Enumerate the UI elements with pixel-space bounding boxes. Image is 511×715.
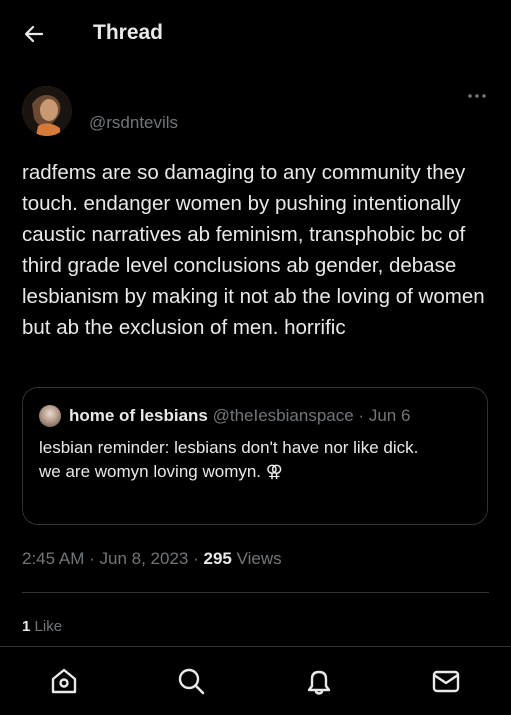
author-handle[interactable]: @rsdntevils	[89, 113, 178, 133]
bottom-nav	[0, 646, 511, 715]
back-button[interactable]	[22, 22, 46, 46]
bell-icon	[307, 670, 331, 695]
search-icon	[178, 668, 205, 695]
more-button[interactable]	[465, 86, 489, 106]
quote-header: home of lesbians @theIesbianspace · Jun …	[69, 406, 410, 426]
more-horizontal-icon	[468, 94, 486, 98]
mail-icon	[432, 670, 460, 693]
quote-author-name: home of lesbians	[69, 406, 208, 425]
views-count: 295	[203, 549, 232, 568]
nav-search-button[interactable]	[175, 665, 207, 697]
tweet-date[interactable]: Jun 8, 2023	[100, 549, 189, 568]
meta-separator: ·	[89, 549, 95, 568]
quoted-tweet[interactable]: home of lesbians @theIesbianspace · Jun …	[22, 387, 488, 525]
avatar-image	[22, 86, 72, 136]
quote-author-handle: @theIesbianspace	[212, 406, 354, 425]
tweet-time[interactable]: 2:45 AM	[22, 549, 84, 568]
tweet-author: @rsdntevils	[22, 86, 489, 136]
nav-messages-button[interactable]	[430, 665, 462, 697]
nav-notifications-button[interactable]	[303, 665, 335, 697]
likes-label: Like	[34, 618, 63, 635]
tweet-text: radfems are so damaging to any community…	[22, 161, 485, 339]
quote-date: Jun 6	[368, 406, 411, 425]
likes-count: 1	[22, 618, 31, 635]
home-icon	[51, 668, 77, 694]
quote-line-1: lesbian reminder: lesbians don't have no…	[39, 438, 419, 457]
divider	[22, 592, 489, 593]
quote-text: lesbian reminder: lesbians don't have no…	[39, 436, 469, 484]
quote-avatar	[39, 405, 61, 427]
views-label: Views	[236, 549, 282, 568]
meta-separator: ·	[193, 549, 199, 568]
tweet-meta: 2:45 AM · Jun 8, 2023 · 295 Views	[22, 549, 282, 569]
quote-line-2: we are womyn loving womyn. ⚢	[39, 462, 283, 481]
arrow-left-icon	[24, 25, 44, 43]
nav-home-button[interactable]	[48, 665, 80, 697]
avatar[interactable]	[22, 86, 72, 136]
header: Thread	[0, 0, 511, 66]
likes-link[interactable]: 1 Like	[22, 618, 62, 635]
quote-separator: ·	[358, 406, 365, 425]
page-title: Thread	[93, 21, 164, 44]
